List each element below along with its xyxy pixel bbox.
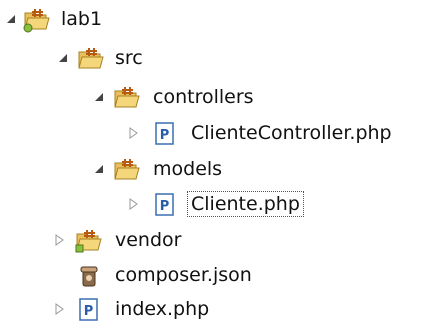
tree-item-vendor[interactable]: vendor	[0, 225, 425, 257]
collapsed-arrow-icon[interactable]	[52, 301, 66, 317]
expanded-arrow-icon[interactable]	[4, 11, 18, 27]
php-file-icon: P	[150, 120, 180, 148]
tree-item-controllers[interactable]: controllers	[0, 82, 425, 114]
tree-item-label: lab1	[61, 8, 103, 30]
tree-item-models[interactable]: models	[0, 154, 425, 186]
project-explorer-tree: lab1 src controllers P ClienteController…	[0, 0, 425, 327]
tree-item-label: controllers	[153, 86, 254, 108]
tree-item-cliente-php[interactable]: P Cliente.php	[0, 189, 425, 221]
tree-item-src[interactable]: src	[0, 43, 425, 75]
expanded-arrow-icon[interactable]	[92, 161, 106, 177]
tree-item-label: vendor	[115, 229, 182, 251]
svg-text:P: P	[160, 128, 170, 143]
collapsed-arrow-icon[interactable]	[126, 196, 140, 212]
expanded-arrow-icon[interactable]	[56, 50, 70, 66]
tree-item-label: composer.json	[115, 264, 252, 286]
tree-item-label: src	[115, 47, 143, 69]
tree-item-label: ClienteController.php	[191, 122, 392, 144]
tree-item-lab1[interactable]: lab1	[0, 4, 425, 36]
collapsed-arrow-icon[interactable]	[52, 232, 66, 248]
tree-item-label: index.php	[115, 298, 210, 320]
php-library-folder-icon	[74, 227, 104, 255]
collapsed-arrow-icon[interactable]	[126, 125, 140, 141]
tree-item-label: Cliente.php	[187, 191, 304, 217]
tree-item-label: models	[153, 158, 223, 180]
php-file-icon: P	[150, 191, 180, 219]
source-folder-icon	[112, 84, 142, 112]
php-file-icon: P	[74, 296, 104, 324]
tree-item-composer-json[interactable]: composer.json	[0, 260, 425, 292]
expanded-arrow-icon[interactable]	[92, 89, 106, 105]
source-folder-icon	[76, 45, 106, 73]
tree-item-clientecontroller-php[interactable]: P ClienteController.php	[0, 118, 425, 150]
svg-text:P: P	[84, 304, 94, 319]
composer-icon	[74, 262, 104, 290]
tree-item-index-php[interactable]: P index.php	[0, 294, 425, 326]
svg-text:P: P	[160, 199, 170, 214]
source-folder-icon	[112, 156, 142, 184]
php-project-folder-icon	[22, 6, 52, 34]
